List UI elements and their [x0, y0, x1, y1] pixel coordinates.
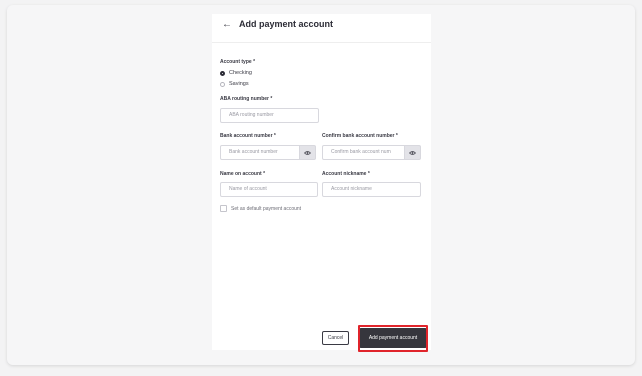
- cancel-button[interactable]: Cancel: [322, 331, 349, 345]
- account-number-label: Bank account number *: [220, 133, 276, 139]
- account-number-input[interactable]: Bank account number: [220, 145, 300, 160]
- account-nickname-input[interactable]: Account nickname: [322, 182, 421, 197]
- radio-checking-control[interactable]: [220, 70, 225, 76]
- default-account-option[interactable]: Set as default payment account: [220, 205, 301, 212]
- eye-icon: [409, 150, 416, 155]
- radio-savings-label: Savings: [229, 81, 249, 87]
- account-type-label: Account type *: [220, 59, 256, 65]
- add-payment-account-panel: ← Add payment account Account type * Che…: [212, 14, 431, 350]
- page-title: Add payment account: [239, 19, 334, 29]
- default-account-label: Set as default payment account: [231, 205, 302, 212]
- radio-savings-control[interactable]: [220, 81, 225, 87]
- eye-icon: [304, 150, 311, 155]
- routing-number-input[interactable]: ABA routing number: [220, 108, 319, 123]
- account-number-visibility-toggle[interactable]: [300, 145, 316, 160]
- radio-checking-label: Checking: [229, 70, 252, 76]
- confirm-account-number-visibility-toggle[interactable]: [405, 145, 421, 160]
- default-account-checkbox[interactable]: [220, 205, 227, 212]
- confirm-account-number-input[interactable]: Confirm bank account num: [322, 145, 405, 160]
- account-nickname-label: Account nickname *: [322, 171, 370, 177]
- radio-checking[interactable]: Checking: [220, 70, 252, 76]
- arrow-left-icon[interactable]: ←: [222, 19, 232, 30]
- name-on-account-label: Name on account *: [220, 171, 266, 177]
- confirm-account-number-label: Confirm bank account number *: [322, 133, 398, 139]
- add-payment-account-button[interactable]: Add payment account: [359, 328, 427, 348]
- routing-number-label: ABA routing number *: [220, 96, 273, 102]
- panel-header: ← Add payment account: [212, 14, 431, 43]
- radio-savings[interactable]: Savings: [220, 81, 249, 87]
- name-on-account-input[interactable]: Name of account: [220, 182, 318, 197]
